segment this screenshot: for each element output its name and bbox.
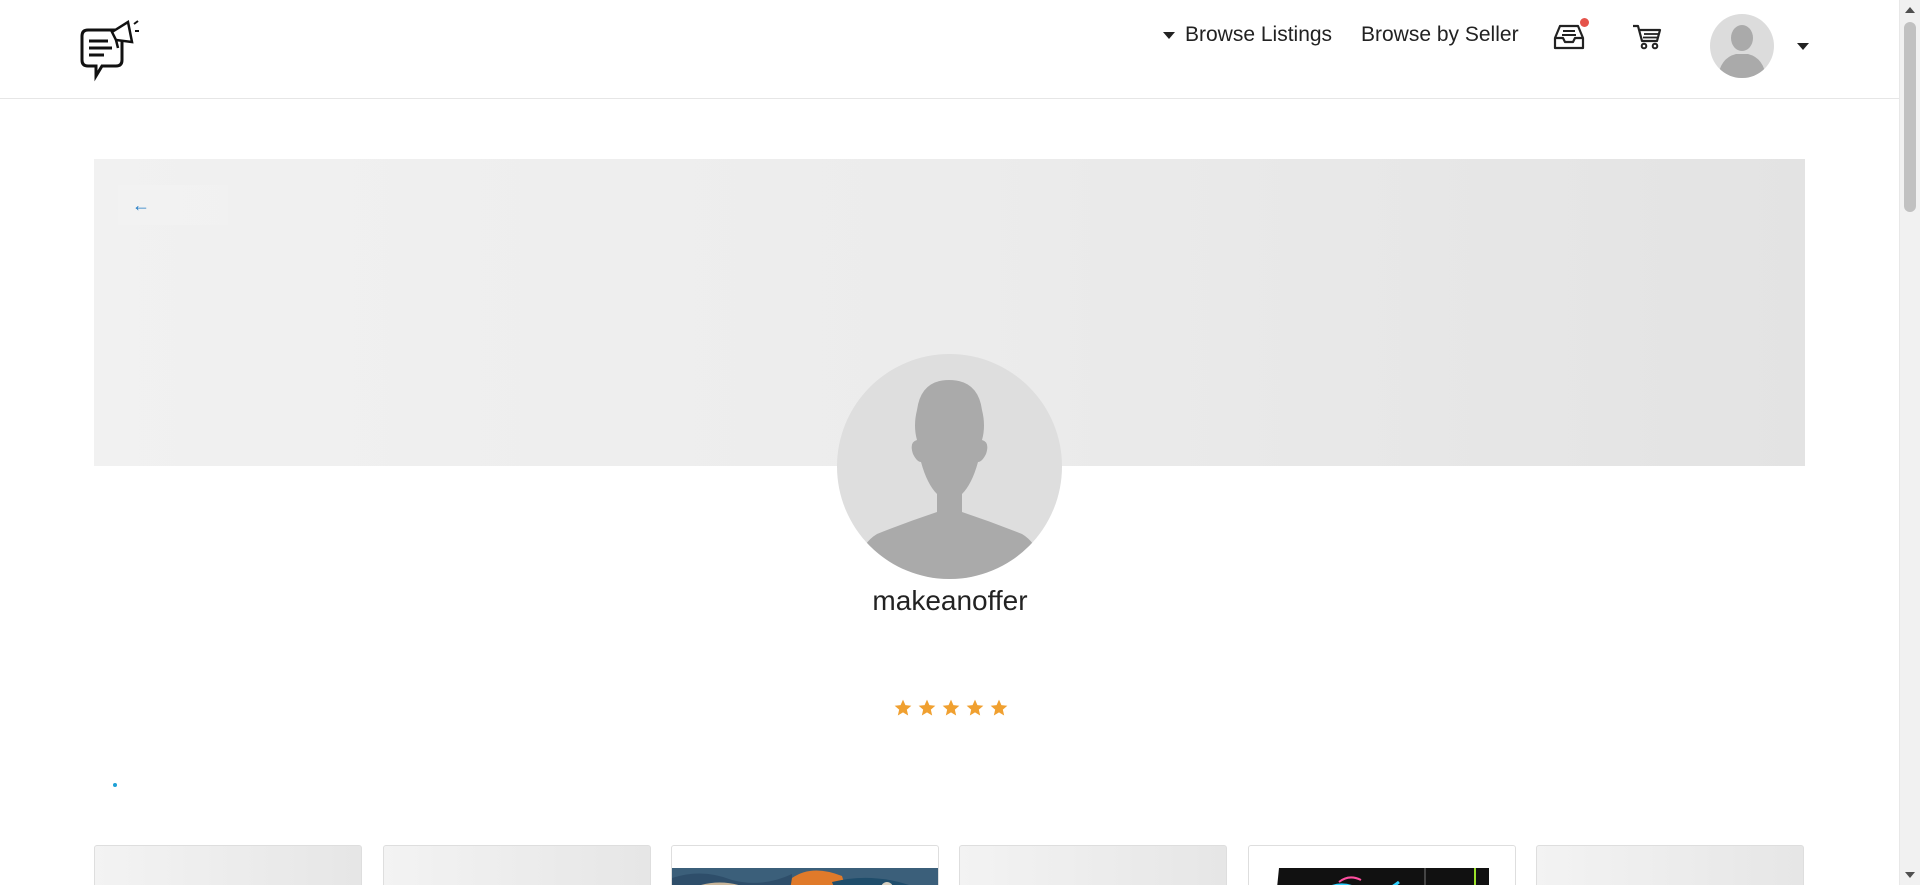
pc-case-thumbnail-image xyxy=(1249,862,1515,885)
browse-listings-label: Browse Listings xyxy=(1185,23,1333,46)
inbox-icon xyxy=(1553,24,1585,50)
browse-by-seller-link[interactable]: Browse by Seller xyxy=(1361,20,1519,50)
listing-card[interactable] xyxy=(94,845,362,885)
back-arrow-icon: ← xyxy=(132,194,150,215)
listing-card[interactable] xyxy=(1248,845,1516,885)
profile-username: makeanoffer xyxy=(872,585,1028,616)
notification-dot xyxy=(1580,18,1589,27)
painting-thumbnail-image xyxy=(672,868,938,885)
listing-card[interactable] xyxy=(1536,845,1804,885)
scrollbar-thumb[interactable] xyxy=(1904,22,1916,212)
caret-down-icon xyxy=(1163,31,1175,39)
seller-rating xyxy=(893,698,1009,718)
browse-listings-menu[interactable]: Browse Listings xyxy=(1163,20,1332,50)
cart-button[interactable] xyxy=(1631,23,1663,51)
listing-card[interactable] xyxy=(671,845,939,885)
logo-icon[interactable] xyxy=(76,16,140,82)
top-navbar: Browse Listings Browse by Seller xyxy=(0,0,1900,99)
star-icon xyxy=(966,699,984,716)
profile-silhouette-icon xyxy=(855,380,1044,579)
listing-card[interactable] xyxy=(959,845,1227,885)
page: Browse Listings Browse by Seller ← makea… xyxy=(0,0,1920,885)
scroll-up-arrow-icon[interactable] xyxy=(1905,7,1915,13)
back-button[interactable]: ← xyxy=(118,185,228,225)
cart-icon xyxy=(1633,24,1662,50)
star-icon xyxy=(942,699,960,716)
user-silhouette-icon xyxy=(1718,25,1766,78)
inbox-button[interactable] xyxy=(1552,18,1589,52)
page-scrollbar[interactable] xyxy=(1899,0,1920,885)
user-menu-caret-icon[interactable] xyxy=(1797,43,1809,50)
listing-card[interactable] xyxy=(383,845,651,885)
user-avatar[interactable] xyxy=(1710,14,1774,78)
browse-by-seller-label: Browse by Seller xyxy=(1361,23,1519,46)
star-icon xyxy=(918,699,936,716)
star-icon xyxy=(990,699,1008,716)
star-icon xyxy=(894,699,912,716)
profile-avatar xyxy=(837,354,1062,579)
loading-indicator xyxy=(113,783,117,787)
scroll-down-arrow-icon[interactable] xyxy=(1905,872,1915,878)
